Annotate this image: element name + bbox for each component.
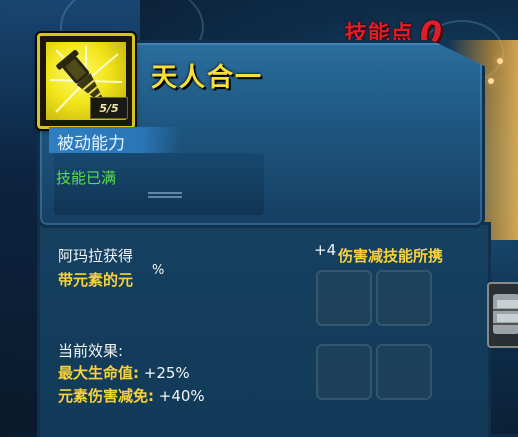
skill-level-badge: 5/5 — [90, 97, 128, 119]
skill-type-label: 被动能力 — [57, 134, 125, 154]
skill-tree-background — [310, 270, 485, 434]
description-line-1-tail: +4 — [314, 241, 337, 259]
stat-row: 最大生命值: +25% — [58, 362, 190, 383]
skill-tree-node[interactable] — [376, 344, 432, 400]
divider-mark — [148, 192, 182, 202]
stat-name: 元素伤害减免: — [58, 387, 154, 405]
skill-title: 天人合一 — [151, 63, 264, 93]
description-highlight: 伤害减技能所携 — [338, 247, 444, 265]
stat-row: 元素伤害减免: +40% — [58, 385, 205, 406]
skill-tree-node[interactable] — [316, 344, 372, 400]
armor-gauntlet-icon[interactable] — [487, 282, 518, 348]
skill-status: 技能已满 — [56, 169, 117, 187]
background-ember — [488, 78, 494, 84]
description-percent: % — [152, 263, 165, 278]
description-line-2: 带元素的元 — [58, 271, 134, 289]
stat-name: 最大生命值: — [58, 364, 139, 382]
background-ember — [497, 58, 503, 64]
skill-tree-node[interactable] — [376, 270, 432, 326]
stat-value: +25% — [143, 364, 190, 382]
skill-tree-node[interactable] — [316, 270, 372, 326]
current-effects-title: 当前效果: — [58, 342, 124, 360]
description-line-1: 阿玛拉获得 — [58, 247, 134, 265]
stat-value: +40% — [158, 387, 205, 405]
